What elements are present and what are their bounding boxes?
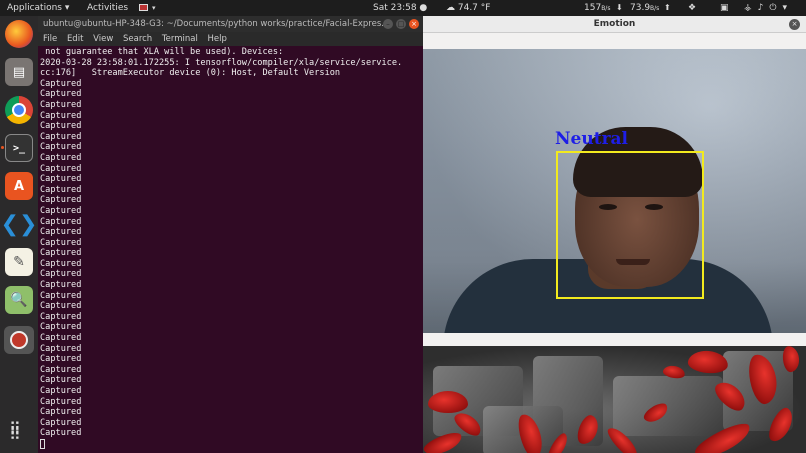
terminal-line: Captured bbox=[40, 237, 82, 248]
terminal-line: Captured bbox=[40, 417, 82, 428]
net-down-value: 157 bbox=[584, 3, 602, 13]
terminal-line: Captured bbox=[40, 258, 82, 269]
layout-dropdown[interactable]: ▾ bbox=[152, 0, 156, 16]
terminal-line: Captured bbox=[40, 216, 82, 227]
wallpaper-machinery bbox=[613, 376, 723, 436]
terminal-line: cc:176] StreamExecutor device (0): Host,… bbox=[40, 68, 341, 79]
webcam-frame: Neutral bbox=[423, 49, 806, 333]
terminal-line: Captured bbox=[40, 174, 82, 185]
terminal-line: not guarantee that XLA will be used). De… bbox=[40, 47, 284, 57]
close-button[interactable]: × bbox=[409, 19, 419, 29]
terminal-line: Captured bbox=[40, 99, 82, 110]
terminal-line: Captured bbox=[40, 142, 82, 153]
show-apps-icon[interactable]: ⠿ ⠿ bbox=[9, 421, 21, 443]
terminal-line: Captured bbox=[40, 131, 82, 142]
menu-search[interactable]: Search bbox=[123, 34, 152, 44]
net-speed-down[interactable]: 157B/s bbox=[584, 0, 610, 17]
terminal-line: Captured bbox=[40, 322, 82, 333]
terminal-line: Captured bbox=[40, 290, 82, 301]
active-indicator bbox=[1, 146, 4, 149]
software-center-icon[interactable]: A bbox=[5, 172, 33, 200]
terminal-title: ubuntu@ubuntu-HP-348-G3: ~/Documents/pyt… bbox=[43, 19, 390, 29]
terminal-line: Captured bbox=[40, 333, 82, 344]
emotion-window[interactable]: Emotion × Neutral bbox=[423, 16, 806, 346]
chrome-icon[interactable] bbox=[5, 96, 33, 124]
terminal-icon[interactable]: >_ bbox=[5, 134, 33, 162]
menu-help[interactable]: Help bbox=[208, 34, 227, 44]
net-load-value: 73.9 bbox=[630, 3, 651, 13]
terminal-line: Captured bbox=[40, 311, 82, 322]
terminal-line: Captured bbox=[40, 407, 82, 418]
indicator-icon[interactable]: ▣ bbox=[720, 0, 729, 16]
menu-file[interactable]: File bbox=[43, 34, 57, 44]
emotion-title-bar[interactable]: Emotion × bbox=[423, 16, 806, 33]
terminal-menu-bar: File Edit View Search Terminal Help bbox=[38, 32, 423, 46]
terminal-window[interactable]: ubuntu@ubuntu-HP-348-G3: ~/Documents/pyt… bbox=[38, 16, 423, 453]
menu-edit[interactable]: Edit bbox=[67, 34, 83, 44]
text-editor-icon[interactable]: ✎ bbox=[5, 248, 33, 276]
terminal-line: Captured bbox=[40, 78, 82, 89]
menu-view[interactable]: View bbox=[93, 34, 113, 44]
terminal-line: Captured bbox=[40, 248, 82, 259]
terminal-line: Captured bbox=[40, 364, 82, 375]
screen-recorder-icon[interactable] bbox=[4, 326, 34, 354]
firefox-icon[interactable] bbox=[5, 20, 33, 48]
face-bounding-box bbox=[556, 151, 704, 299]
terminal-line: Captured bbox=[40, 269, 82, 280]
terminal-line: Captured bbox=[40, 152, 82, 163]
arrow-down-icon: ⬇ bbox=[616, 3, 623, 12]
terminal-line: Captured bbox=[40, 343, 82, 354]
arrow-up-icon: ⬆ bbox=[664, 3, 671, 12]
terminal-line: Captured bbox=[40, 121, 82, 132]
image-viewer-icon[interactable]: 🔍 bbox=[5, 286, 33, 314]
terminal-line: Captured bbox=[40, 195, 82, 206]
wallpaper-petal bbox=[428, 391, 468, 413]
terminal-line: Captured bbox=[40, 375, 82, 386]
terminal-line: Captured bbox=[40, 227, 82, 238]
emotion-title: Emotion bbox=[593, 19, 636, 29]
terminal-output[interactable]: not guarantee that XLA will be used). De… bbox=[40, 47, 420, 450]
terminal-line: Captured bbox=[40, 110, 82, 121]
clock[interactable]: Sat 23:58 ● bbox=[373, 0, 427, 16]
terminal-line: Captured bbox=[40, 428, 82, 439]
terminal-line: Captured bbox=[40, 386, 82, 396]
menu-terminal[interactable]: Terminal bbox=[162, 34, 198, 44]
emotion-label: Neutral bbox=[555, 129, 628, 149]
wallpaper-petal bbox=[687, 349, 729, 375]
minimize-button[interactable]: – bbox=[383, 19, 393, 29]
dropbox-icon[interactable]: ❖ bbox=[688, 0, 696, 16]
terminal-line: Captured bbox=[40, 205, 82, 216]
maximize-button[interactable]: □ bbox=[396, 19, 406, 29]
terminal-line: 2020-03-28 23:58:01.172255: I tensorflow… bbox=[40, 57, 403, 68]
desktop: Applications ▾ Activities ▾ Sat 23:58 ● … bbox=[0, 0, 806, 453]
terminal-line: Captured bbox=[40, 354, 82, 365]
terminal-line: Captured bbox=[40, 163, 82, 174]
net-load-unit: B/s bbox=[650, 5, 660, 12]
weather-indicator[interactable]: ☁ 74.7 °F bbox=[446, 0, 490, 16]
desktop-wallpaper bbox=[423, 346, 806, 453]
window-controls: – □ × bbox=[383, 19, 419, 29]
net-speed-up[interactable]: 73.9B/s bbox=[630, 0, 659, 17]
terminal-cursor bbox=[40, 438, 420, 450]
terminal-line: Captured bbox=[40, 89, 82, 100]
activities-button[interactable]: Activities bbox=[87, 0, 128, 16]
launcher-dock: ▤ >_ A ❮❯ ✎ 🔍 ⠿ ⠿ bbox=[0, 16, 38, 453]
top-panel: Applications ▾ Activities ▾ Sat 23:58 ● … bbox=[0, 0, 806, 16]
terminal-line: Captured bbox=[40, 280, 82, 291]
applications-menu[interactable]: Applications ▾ bbox=[7, 0, 69, 16]
net-down-unit: B/s bbox=[601, 5, 611, 12]
system-tray[interactable]: ⚶♪⏻▾ bbox=[744, 0, 793, 16]
terminal-line: Captured bbox=[40, 184, 82, 195]
close-button[interactable]: × bbox=[789, 19, 800, 30]
terminal-line: Captured bbox=[40, 301, 82, 312]
files-icon[interactable]: ▤ bbox=[5, 58, 33, 86]
terminal-line: Captured bbox=[40, 396, 82, 407]
keyboard-layout-icon[interactable] bbox=[139, 4, 148, 11]
vscode-icon[interactable]: ❮❯ bbox=[1, 210, 38, 238]
terminal-title-bar[interactable]: ubuntu@ubuntu-HP-348-G3: ~/Documents/pyt… bbox=[38, 16, 423, 32]
